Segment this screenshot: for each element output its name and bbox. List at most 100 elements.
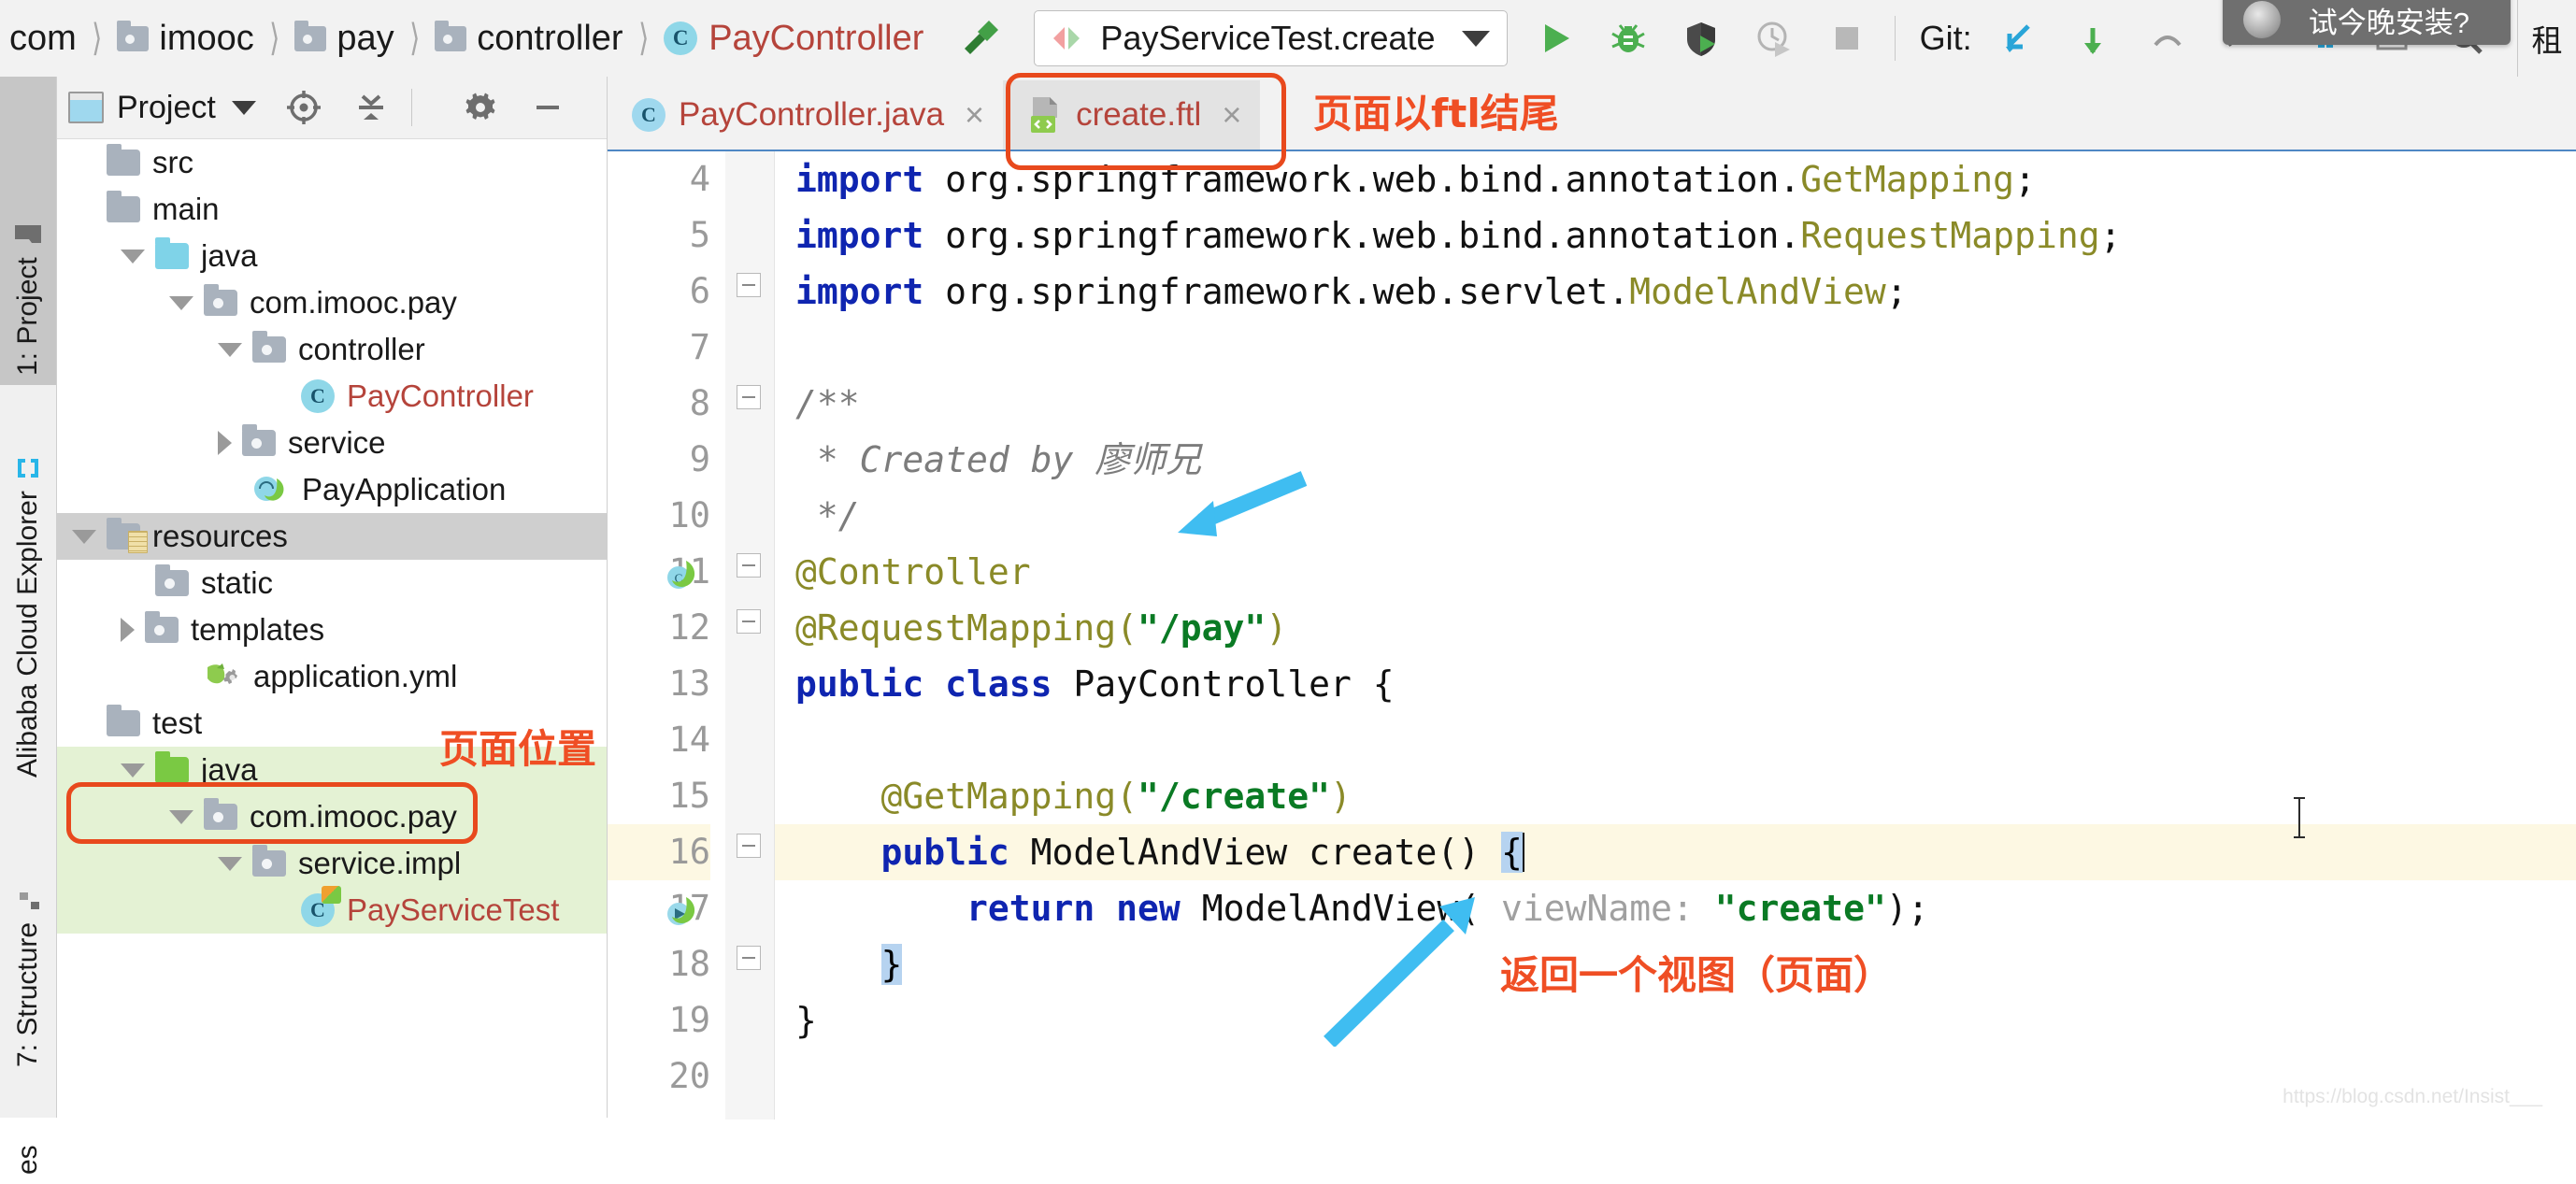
- breadcrumb-item-paycontroller[interactable]: C PayController: [664, 19, 923, 59]
- code-line[interactable]: /**: [795, 376, 2576, 432]
- chevron-down-icon[interactable]: [72, 529, 96, 544]
- package-folder-icon: [155, 564, 189, 596]
- breadcrumb-item-imooc[interactable]: imooc: [117, 19, 254, 59]
- breadcrumb-item-com[interactable]: com: [9, 19, 77, 59]
- run-icon[interactable]: [1532, 15, 1579, 62]
- breadcrumb-item-controller[interactable]: controller: [435, 19, 623, 59]
- breadcrumb-label: PayController: [708, 18, 924, 58]
- code-token: PayController {: [1073, 663, 1395, 705]
- code-line[interactable]: [795, 712, 2576, 768]
- java-class-icon: C: [301, 379, 335, 413]
- code-line[interactable]: @Controller: [795, 544, 2576, 600]
- update-notification-balloon[interactable]: 试今晚安装?: [2222, 0, 2511, 45]
- run-configuration-selector[interactable]: PayServiceTest.create: [1034, 10, 1508, 66]
- toolbar-overflow-label[interactable]: 租: [2517, 0, 2576, 77]
- chevron-down-icon[interactable]: [169, 295, 193, 310]
- package-folder-icon: [252, 331, 286, 363]
- code-line[interactable]: public class PayController {: [795, 656, 2576, 712]
- folder-icon: [294, 20, 327, 51]
- code-line[interactable]: import org.springframework.web.servlet.M…: [795, 264, 2576, 320]
- code-folding-gutter[interactable]: [725, 151, 775, 1120]
- tree-node-label: com.imooc.pay: [250, 285, 457, 320]
- git-commit-icon[interactable]: [2069, 15, 2116, 62]
- code-line[interactable]: * Created by 廖师兄: [795, 432, 2576, 488]
- tree-node-payapplication[interactable]: PayApplication: [57, 466, 607, 513]
- tree-node-resources[interactable]: resources: [57, 513, 607, 560]
- tree-node-java[interactable]: java: [57, 233, 607, 279]
- code-line[interactable]: [795, 320, 2576, 376]
- tree-node-com-imooc-pay[interactable]: com.imooc.pay: [57, 793, 607, 840]
- spring-bean-gutter-icon[interactable]: C: [660, 555, 701, 596]
- tree-node-service[interactable]: service: [57, 420, 607, 466]
- chevron-down-icon[interactable]: [218, 856, 242, 871]
- breadcrumb-separator: ⟩: [637, 18, 650, 59]
- fold-method-icon[interactable]: [737, 834, 761, 858]
- run-test-gutter-icon[interactable]: [660, 892, 701, 933]
- tab-paycontroller-java[interactable]: C PayController.java ×: [608, 80, 1004, 150]
- fold-javadoc-icon[interactable]: [737, 385, 761, 409]
- sidebar-item-structure[interactable]: 7: Structure: [0, 806, 56, 1077]
- gear-icon[interactable]: [461, 88, 500, 127]
- code-line[interactable]: import org.springframework.web.bind.anno…: [795, 151, 2576, 207]
- code-token: ;: [2014, 159, 2036, 200]
- close-icon[interactable]: ×: [965, 95, 984, 135]
- chevron-down-icon[interactable]: [1461, 30, 1490, 47]
- tab-label: create.ftl: [1076, 96, 1202, 133]
- structure-icon: [12, 889, 44, 913]
- tree-node-service-impl[interactable]: service.impl: [57, 840, 607, 887]
- code-line[interactable]: import org.springframework.web.bind.anno…: [795, 207, 2576, 264]
- tree-node-controller[interactable]: controller: [57, 326, 607, 373]
- code-token: }: [795, 1000, 817, 1041]
- fold-method-end-icon[interactable]: [737, 946, 761, 970]
- tree-node-static[interactable]: static: [57, 560, 607, 606]
- tree-node-src[interactable]: src: [57, 139, 607, 186]
- tree-node-application-yml[interactable]: application.yml: [57, 653, 607, 700]
- test-class-icon: C: [301, 886, 341, 927]
- code-line[interactable]: return new ModelAndView( viewName: "crea…: [795, 880, 2576, 936]
- line-number: 7: [689, 327, 710, 367]
- fold-imports-icon[interactable]: [737, 273, 761, 297]
- chevron-down-icon[interactable]: [218, 342, 242, 357]
- tab-create-ftl[interactable]: create.ftl ×: [1003, 80, 1261, 150]
- breadcrumb-item-pay[interactable]: pay: [294, 19, 394, 59]
- chevron-down-icon[interactable]: [121, 249, 145, 264]
- code-line[interactable]: @RequestMapping("/pay"): [795, 600, 2576, 656]
- sidebar-item-alibaba-cloud-explorer[interactable]: Alibaba Cloud Explorer: [0, 385, 56, 787]
- chevron-down-icon[interactable]: [231, 100, 256, 115]
- tree-node-paycontroller[interactable]: C PayController: [57, 373, 607, 420]
- git-update-project-icon[interactable]: [1995, 15, 2041, 62]
- code-token: viewName:: [1501, 888, 1694, 929]
- run-with-coverage-icon[interactable]: [1678, 15, 1724, 62]
- tree-node-label: PayServiceTest: [347, 892, 560, 927]
- chevron-right-icon[interactable]: [121, 618, 135, 642]
- sidebar-item-project[interactable]: 1: Project: [0, 77, 56, 385]
- chevron-down-icon[interactable]: [121, 763, 145, 777]
- chevron-down-icon[interactable]: [169, 809, 193, 824]
- scroll-from-source-icon[interactable]: [284, 88, 323, 127]
- tree-node-payservicetest[interactable]: C PayServiceTest: [57, 886, 607, 934]
- code-token: */: [795, 495, 860, 536]
- fold-class-annotation-icon[interactable]: [737, 553, 761, 578]
- code-line[interactable]: @GetMapping("/create"): [795, 768, 2576, 824]
- tree-node-com-imooc-pay[interactable]: com.imooc.pay: [57, 279, 607, 326]
- fold-class-annotation-2-icon[interactable]: [737, 609, 761, 634]
- tool-window-label: Alibaba Cloud Explorer: [12, 491, 43, 777]
- folder-icon: [107, 144, 140, 176]
- project-tree[interactable]: src main java com.imooc.pay controller C PayCo…: [57, 139, 607, 1118]
- code-token: org.springframework.web.bind.annotation.: [945, 215, 1801, 256]
- sidebar-item-favorites[interactable]: es: [0, 1081, 56, 1184]
- line-number: 16: [608, 824, 710, 880]
- collapse-all-icon[interactable]: [351, 88, 391, 127]
- source-root-folder-icon: [155, 237, 189, 269]
- code-line[interactable]: */: [795, 488, 2576, 544]
- tree-node-templates[interactable]: templates: [57, 606, 607, 653]
- tree-node-main[interactable]: main: [57, 186, 607, 233]
- debug-bug-icon[interactable]: [1605, 15, 1652, 62]
- code-line[interactable]: }: [795, 992, 2576, 1048]
- minimize-icon[interactable]: [528, 88, 567, 127]
- java-class-icon: C: [632, 98, 665, 132]
- chevron-right-icon[interactable]: [218, 431, 232, 455]
- close-icon[interactable]: ×: [1222, 95, 1241, 135]
- hammer-icon[interactable]: [955, 11, 1006, 66]
